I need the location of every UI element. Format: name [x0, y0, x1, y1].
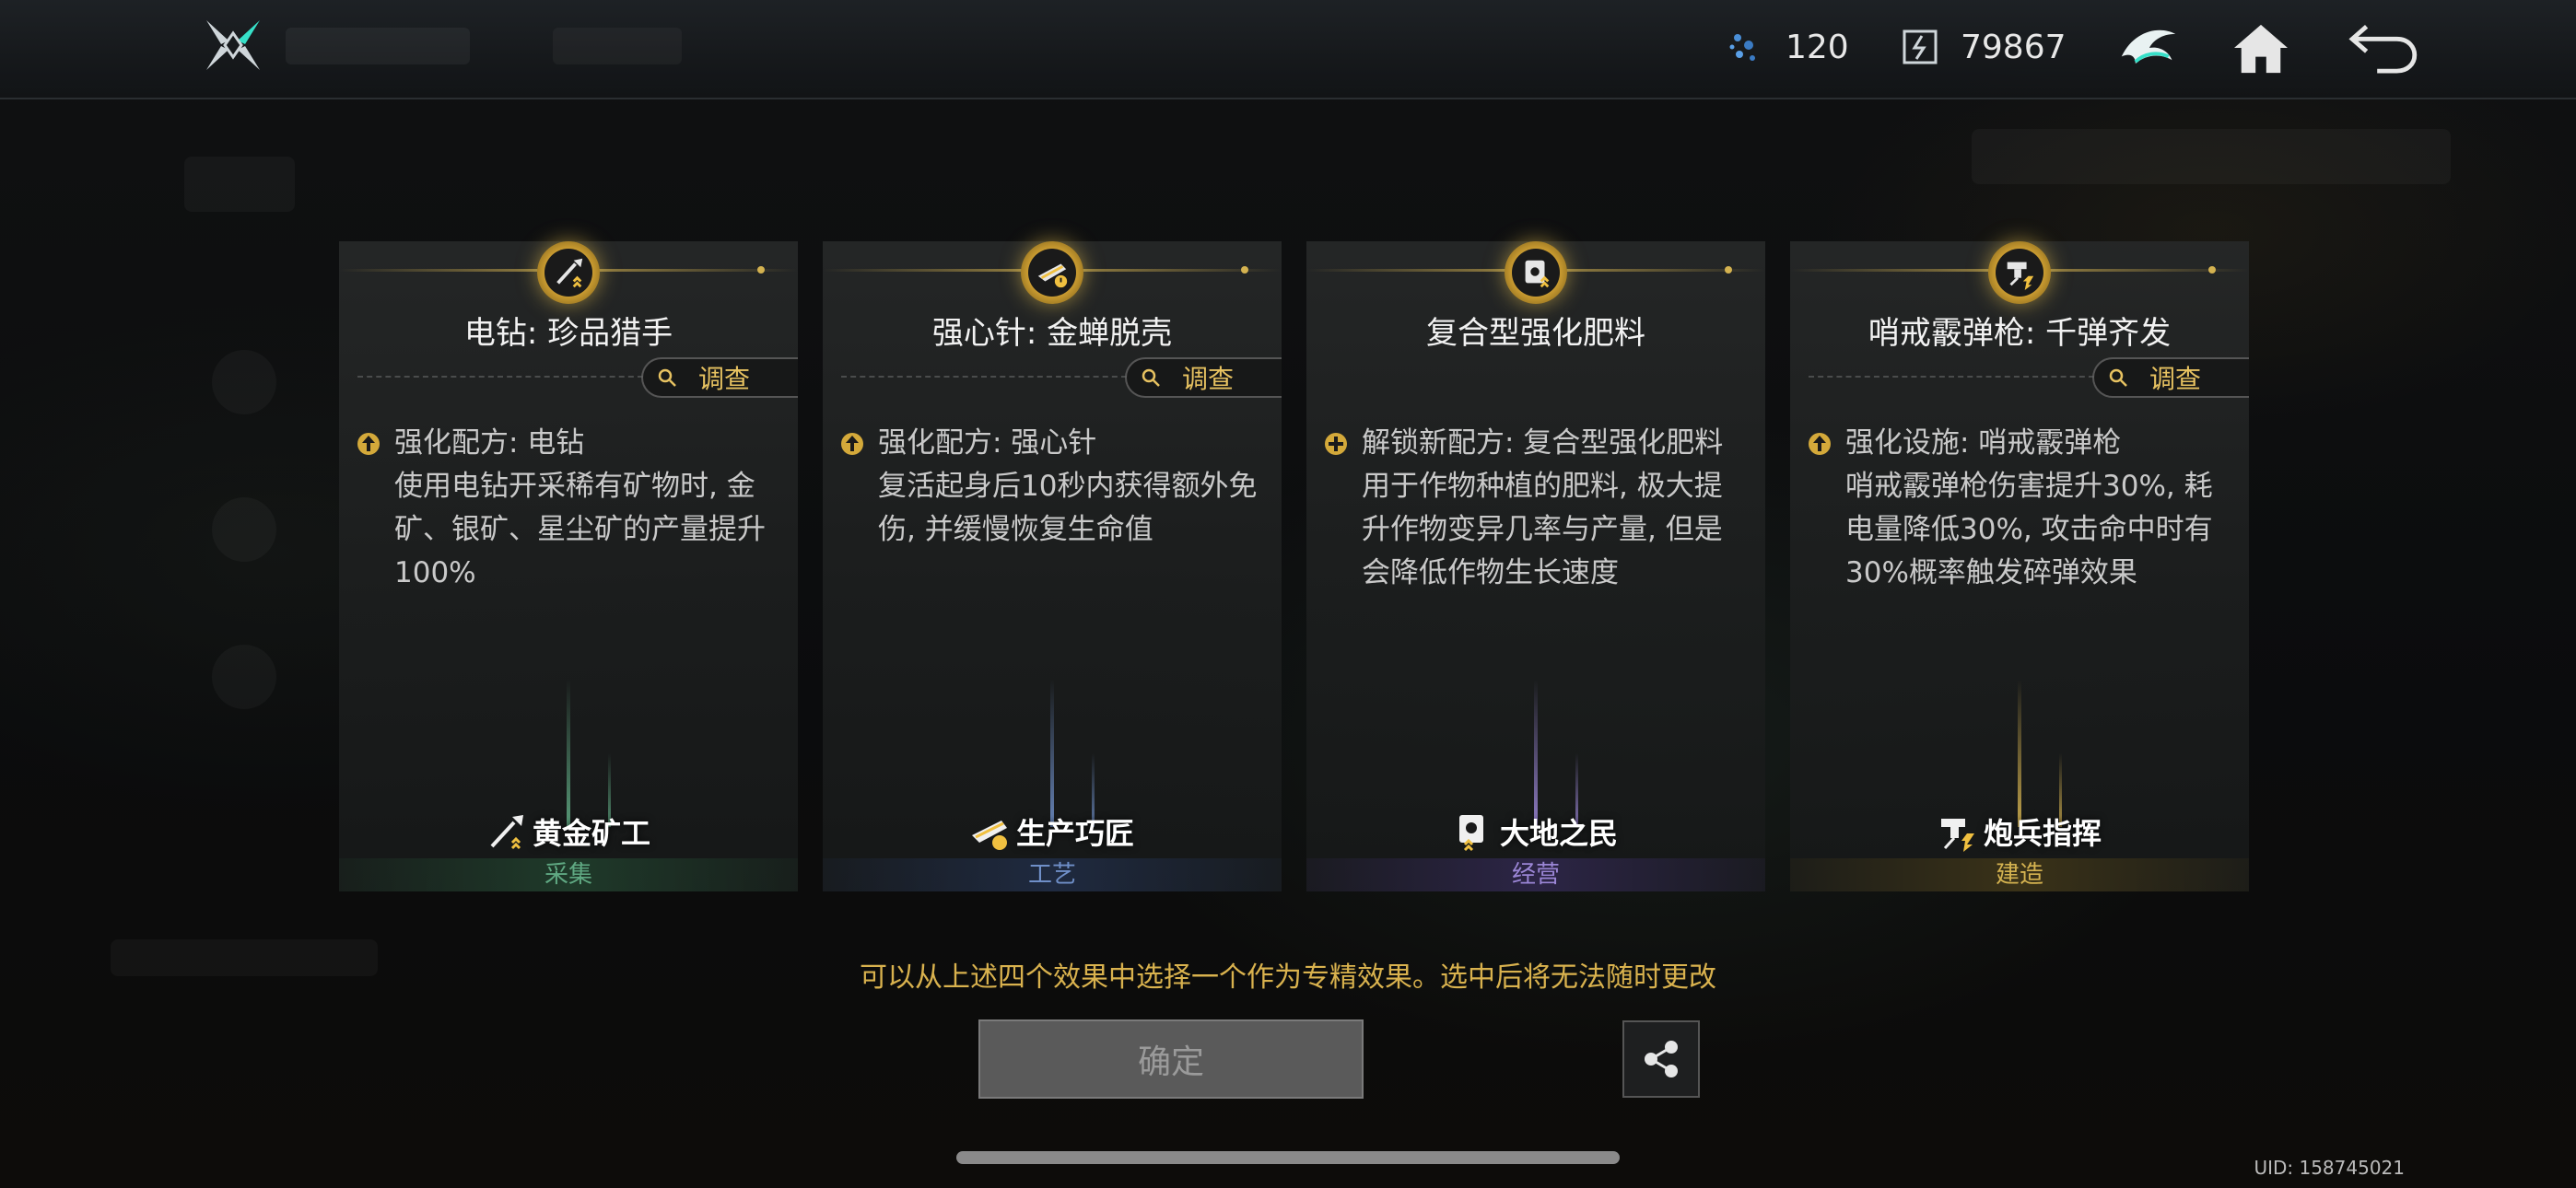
home-icon[interactable] — [2224, 13, 2298, 83]
background-ghost — [184, 157, 295, 212]
stimulant-injector-icon — [1021, 241, 1083, 304]
shotgun-turret-icon — [1940, 819, 1974, 852]
specialization-card-1[interactable]: 电钻: 珍品猎手 调查 强化配方: 电钻 使用电钻开采稀有矿物时, 金矿、银矿、… — [339, 241, 798, 891]
top-bar: 120 79867 — [0, 0, 2576, 99]
fertilizer-bag-icon — [1458, 815, 1483, 852]
blurred-subtitle — [553, 28, 682, 64]
background-ghost — [212, 350, 276, 414]
dashed-divider — [1809, 376, 2094, 378]
stimulant-injector-icon — [971, 821, 1007, 850]
category-tag: 建造 — [1790, 858, 2249, 891]
specialization-card-4[interactable]: 哨戒霰弹枪: 千弹齐发 调查 强化设施: 哨戒霰弹枪 哨戒霰弹枪伤害提升30%,… — [1790, 241, 2249, 891]
energy-value: 120 — [1786, 28, 1849, 66]
background-ghost — [1972, 129, 2451, 184]
survey-label: 调查 — [2149, 364, 2202, 394]
effect-text: 强化配方: 强心针 复活起身后10秒内获得额外免伤, 并缓慢恢复生命值 — [839, 422, 1265, 552]
role-label: 黄金矿工 — [339, 810, 798, 853]
currency-value: 79867 — [1961, 28, 2067, 66]
game-logo-icon — [201, 17, 265, 74]
effect-description: 哨戒霰弹枪伤害提升30%, 耗电量降低30%, 攻击命中时有30%概率触发碎弹效… — [1845, 470, 2213, 589]
card-title: 复合型强化肥料 — [1426, 315, 1645, 352]
specialization-card-3[interactable]: 复合型强化肥料 解锁新配方: 复合型强化肥料 用于作物种植的肥料, 极大提升作物… — [1306, 241, 1765, 891]
drill-icon — [490, 815, 523, 850]
effect-title: 强化配方: 强心针 — [878, 426, 1097, 460]
survey-button[interactable]: 调查 — [641, 357, 798, 398]
survey-label: 调查 — [1182, 364, 1235, 394]
home-indicator[interactable] — [956, 1151, 1620, 1164]
survey-label: 调查 — [698, 364, 751, 394]
user-id: UID: 158745021 — [2254, 1157, 2405, 1179]
role-label: 生产巧匠 — [823, 810, 1282, 853]
upgrade-icon — [357, 432, 380, 455]
selection-hint: 可以从上述四个效果中选择一个作为专精效果。选中后将无法随时更改 — [860, 961, 1716, 994]
accent-glow — [2018, 680, 2021, 827]
role-label: 炮兵指挥 — [1790, 810, 2249, 853]
background-ghost — [212, 497, 276, 562]
confirm-button[interactable]: 确定 — [978, 1019, 1364, 1099]
accent-glow — [1534, 680, 1538, 827]
accent-glow — [567, 680, 570, 827]
background-ghost — [212, 645, 276, 709]
category-tag: 经营 — [1306, 858, 1765, 891]
category-tag: 工艺 — [823, 858, 1282, 891]
accent-glow — [1050, 680, 1054, 827]
search-icon — [1142, 368, 1160, 387]
role-label: 大地之民 — [1306, 810, 1765, 853]
card-title: 电钻: 珍品猎手 — [463, 315, 673, 352]
energy-crystal-icon — [1729, 34, 1755, 61]
category-tag: 采集 — [339, 858, 798, 891]
resource-energy: 120 — [1725, 24, 1849, 70]
specialization-card-2[interactable]: 强心针: 金蝉脱壳 调查 强化配方: 强心针 复活起身后10秒内获得额外免伤, … — [823, 241, 1282, 891]
card-title: 哨戒霰弹枪: 千弹齐发 — [1868, 315, 2172, 352]
effect-description: 复活起身后10秒内获得额外免伤, 并缓慢恢复生命值 — [878, 470, 1258, 546]
share-icon — [1645, 1041, 1678, 1077]
effect-text: 解锁新配方: 复合型强化肥料 用于作物种植的肥料, 极大提升作物变异几率与产量,… — [1323, 422, 1749, 595]
role-name: 黄金矿工 — [532, 816, 650, 851]
share-button[interactable] — [1622, 1020, 1700, 1098]
effect-description: 使用电钻开采稀有矿物时, 金矿、银矿、星尘矿的产量提升100% — [394, 470, 766, 589]
effect-title: 强化配方: 电钻 — [394, 426, 585, 460]
fertilizer-bag-icon — [1505, 241, 1567, 304]
upgrade-icon — [1809, 432, 1831, 455]
upgrade-icon — [841, 432, 863, 455]
effect-description: 用于作物种植的肥料, 极大提升作物变异几率与产量, 但是会降低作物生长速度 — [1362, 470, 1723, 589]
effect-text: 强化设施: 哨戒霰弹枪 哨戒霰弹枪伤害提升30%, 耗电量降低30%, 攻击命中… — [1807, 422, 2232, 595]
effect-text: 强化配方: 电钻 使用电钻开采稀有矿物时, 金矿、银矿、星尘矿的产量提升100% — [356, 422, 781, 595]
shotgun-turret-icon — [1988, 241, 2051, 304]
drill-icon — [537, 241, 600, 304]
back-arrow-icon[interactable] — [2346, 13, 2419, 83]
survey-button[interactable]: 调查 — [1125, 357, 1282, 398]
effect-title: 解锁新配方: 复合型强化肥料 — [1362, 426, 1724, 460]
role-name: 炮兵指挥 — [1983, 816, 2102, 851]
card-title: 强心针: 金蝉脱壳 — [931, 315, 1173, 352]
resource-currency: 79867 — [1900, 24, 2067, 70]
search-icon — [658, 368, 676, 387]
role-name: 大地之民 — [1499, 816, 1618, 851]
role-name: 生产巧匠 — [1015, 816, 1134, 851]
dashed-divider — [841, 376, 1127, 378]
unlock-plus-icon — [1325, 432, 1347, 455]
faction-emblem-icon[interactable] — [2112, 13, 2185, 83]
survey-button[interactable]: 调查 — [2092, 357, 2249, 398]
dashed-divider — [357, 376, 643, 378]
search-icon — [2109, 368, 2127, 387]
currency-chip-icon — [1903, 29, 1938, 64]
effect-title: 强化设施: 哨戒霰弹枪 — [1845, 426, 2122, 460]
blurred-title — [286, 28, 470, 64]
